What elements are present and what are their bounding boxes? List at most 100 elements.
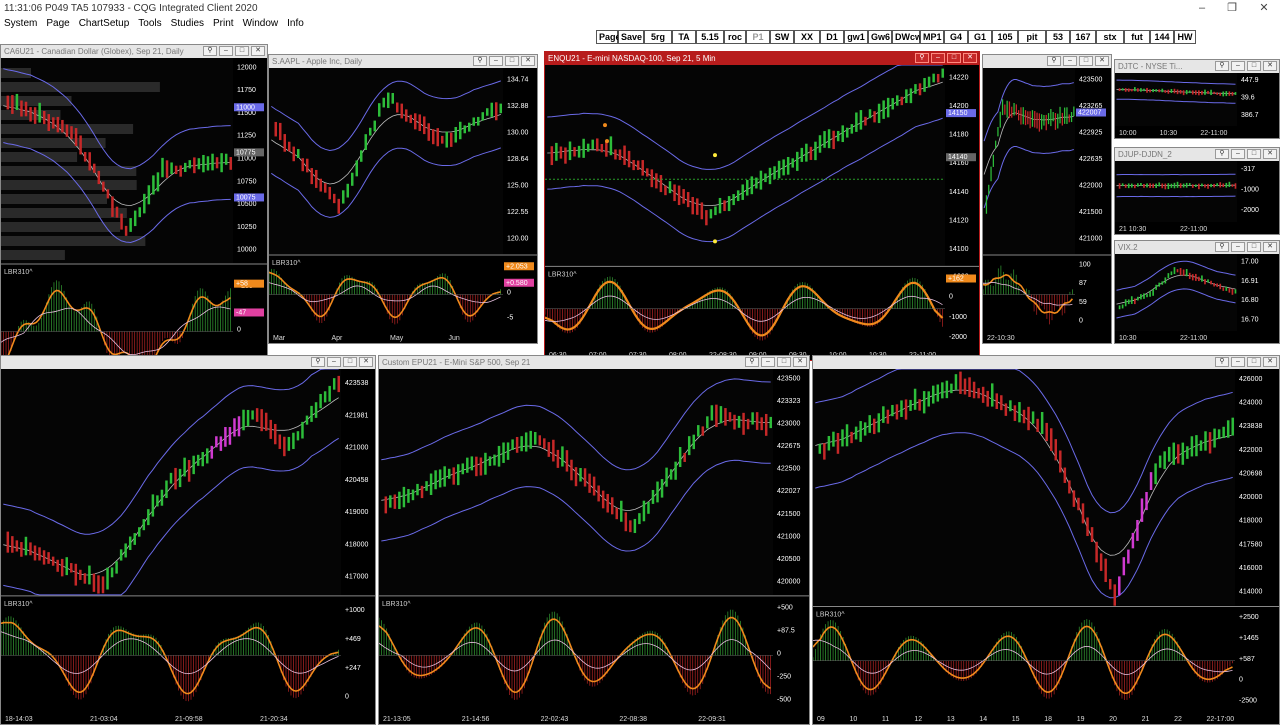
link-icon[interactable]: ⚲ xyxy=(915,53,929,63)
window-title[interactable]: Custom EPU21 - E-Mini S&P 500, Sep 21 ⚲ – □… xyxy=(379,356,809,369)
minimize-icon[interactable]: – xyxy=(1231,61,1245,71)
toolbar-btn-save[interactable]: Save xyxy=(618,30,644,44)
link-icon[interactable]: ⚲ xyxy=(1215,242,1229,252)
link-icon[interactable]: ⚲ xyxy=(311,357,325,367)
window-title[interactable]: VIX.2 ⚲ – □ ✕ xyxy=(1115,241,1279,254)
link-icon[interactable]: ⚲ xyxy=(745,357,759,367)
link-icon[interactable]: ⚲ xyxy=(1215,61,1229,71)
toolbar-btn-g1[interactable]: G1 xyxy=(968,30,992,44)
minimize-icon[interactable]: – xyxy=(489,56,503,66)
toolbar-btn-ta[interactable]: TA xyxy=(672,30,696,44)
toolbar-btn-167[interactable]: 167 xyxy=(1070,30,1096,44)
chart-body[interactable]: -317 -1000 -2000 21 10:30 22-11:00 xyxy=(1115,161,1279,234)
window-title[interactable]: DJUP-DJDN_2 ⚲ – □ ✕ xyxy=(1115,148,1279,161)
chart-bottom-right[interactable]: ⚲ – □ ✕ 426000 424000 423838 422000 420698 420000… xyxy=(812,355,1280,725)
chart-body[interactable]: 426000 424000 423838 422000 420698 420000 4180… xyxy=(813,369,1279,724)
menu-window[interactable]: Window xyxy=(243,18,279,29)
close-icon[interactable]: ✕ xyxy=(1095,56,1109,66)
nasdaq-window[interactable]: ENQU21 - E-mini NASDAQ-100, Sep 21, 5 Mi… xyxy=(544,51,980,361)
window-title[interactable]: ⚲ – □ ✕ xyxy=(1,356,375,369)
toolbar-btn-53[interactable]: 53 xyxy=(1046,30,1070,44)
maximize-icon[interactable]: □ xyxy=(1247,149,1261,159)
menu-system[interactable]: System xyxy=(4,18,37,29)
close-icon[interactable]: ✕ xyxy=(963,53,977,63)
link-icon[interactable]: ⚲ xyxy=(203,46,217,56)
minimize-icon[interactable]: – xyxy=(1231,357,1245,367)
toolbar-btn-page[interactable]: Page xyxy=(596,30,621,44)
maximize-icon[interactable]: □ xyxy=(343,357,357,367)
link-icon[interactable]: ⚲ xyxy=(1215,149,1229,159)
toolbar-btn-stx[interactable]: stx xyxy=(1096,30,1124,44)
chart-body[interactable]: 447.9 39.6 386.7 10:00 10:30 22-11:00 xyxy=(1115,73,1279,138)
close-icon[interactable]: ✕ xyxy=(1263,242,1277,252)
toolbar-btn-gw1[interactable]: gw1 xyxy=(844,30,868,44)
chart-body[interactable]: 17.00 16.91 16.80 16.70 10:30 22-11:00 xyxy=(1115,254,1279,343)
window-title[interactable]: S.AAPL - Apple Inc, Daily ⚲ – □ ✕ xyxy=(269,55,537,68)
toolbar-btn-xx[interactable]: XX xyxy=(794,30,820,44)
djtc-window[interactable]: DJTC - NYSE Ti... ⚲ – □ ✕ 447.9 39.6 386.7 10:00… xyxy=(1114,59,1280,139)
link-icon[interactable]: ⚲ xyxy=(1047,56,1061,66)
toolbar-btn-gw6[interactable]: Gw6 xyxy=(868,30,892,44)
window-title[interactable]: DJTC - NYSE Ti... ⚲ – □ ✕ xyxy=(1115,60,1279,73)
close-icon[interactable]: ✕ xyxy=(359,357,373,367)
toolbar-btn-hw[interactable]: HW xyxy=(1174,30,1196,44)
toolbar-btn-p1[interactable]: P1 xyxy=(746,30,770,44)
toolbar-btn-roc[interactable]: roc xyxy=(724,30,746,44)
chart-body[interactable]: 423538 421981 421000 420458 419000 418000 4170… xyxy=(1,369,375,724)
maximize-icon[interactable]: □ xyxy=(235,46,249,56)
toolbar-btn-pit[interactable]: pit xyxy=(1018,30,1046,44)
toolbar-btn-144[interactable]: 144 xyxy=(1150,30,1174,44)
minimize-icon[interactable]: – xyxy=(761,357,775,367)
toolbar-btn-dwcw[interactable]: DWcw xyxy=(892,30,922,44)
link-icon[interactable]: ⚲ xyxy=(473,56,487,66)
close-icon[interactable]: ✕ xyxy=(1263,61,1277,71)
vix-window[interactable]: VIX.2 ⚲ – □ ✕ 17.00 16.91 16.80 16.70 10:30 22-11:… xyxy=(1114,240,1280,344)
toolbar-btn-515[interactable]: 5.15 xyxy=(696,30,724,44)
chart-body[interactable]: 423500 423265 422925 422635 422000 421500 4210… xyxy=(983,68,1111,343)
menu-tools[interactable]: Tools xyxy=(138,18,161,29)
sp500-window[interactable]: Custom EPU21 - E-Mini S&P 500, Sep 21 ⚲ – □… xyxy=(378,355,810,725)
menu-print[interactable]: Print xyxy=(213,18,234,29)
window-title[interactable]: ⚲ – □ ✕ xyxy=(983,55,1111,68)
minimize-icon[interactable]: – xyxy=(1231,242,1245,252)
minimize-icon[interactable]: – xyxy=(327,357,341,367)
maximize-icon[interactable]: □ xyxy=(505,56,519,66)
chart-body[interactable]: 14220 14200 14180 14160 14140 14120 14100 14150… xyxy=(545,65,979,360)
close-icon[interactable]: ✕ xyxy=(521,56,535,66)
window-title[interactable]: ENQU21 - E-mini NASDAQ-100, Sep 21, 5 Mi… xyxy=(545,52,979,65)
minimize-window-icon[interactable]: – xyxy=(1188,0,1216,16)
maximize-icon[interactable]: □ xyxy=(1247,357,1261,367)
maximize-icon[interactable]: □ xyxy=(947,53,961,63)
menu-info[interactable]: Info xyxy=(287,18,304,29)
close-icon[interactable]: ✕ xyxy=(793,357,807,367)
aapl-window[interactable]: S.AAPL - Apple Inc, Daily ⚲ – □ ✕ 134.74 132.8… xyxy=(268,54,538,344)
toolbar-btn-d1[interactable]: D1 xyxy=(820,30,844,44)
restore-window-icon[interactable]: ❐ xyxy=(1218,0,1246,16)
maximize-icon[interactable]: □ xyxy=(1247,242,1261,252)
close-window-icon[interactable]: ✕ xyxy=(1250,0,1278,16)
es-mini-window[interactable]: ⚲ – □ ✕ 423500 423265 422925 422635 422000 421500… xyxy=(982,54,1112,344)
chart-body[interactable]: 423500 423323 423000 422675 422500 422027 4215… xyxy=(379,369,809,724)
menu-studies[interactable]: Studies xyxy=(171,18,204,29)
toolbar-btn-g4[interactable]: G4 xyxy=(944,30,968,44)
toolbar-btn-105[interactable]: 105 xyxy=(992,30,1018,44)
link-icon[interactable]: ⚲ xyxy=(1215,357,1229,367)
minimize-icon[interactable]: – xyxy=(931,53,945,63)
chart-bottom-left[interactable]: ⚲ – □ ✕ 423538 421981 421000 420458 419000 418000… xyxy=(0,355,376,725)
close-icon[interactable]: ✕ xyxy=(1263,357,1277,367)
maximize-icon[interactable]: □ xyxy=(1247,61,1261,71)
menu-page[interactable]: Page xyxy=(46,18,69,29)
toolbar-btn-fut[interactable]: fut xyxy=(1124,30,1150,44)
toolbar-btn-sw[interactable]: SW xyxy=(770,30,794,44)
close-icon[interactable]: ✕ xyxy=(1263,149,1277,159)
minimize-icon[interactable]: – xyxy=(1231,149,1245,159)
minimize-icon[interactable]: – xyxy=(1063,56,1077,66)
toolbar-btn-5rg[interactable]: 5rg xyxy=(644,30,672,44)
toolbar-btn-mp1[interactable]: MP1 xyxy=(920,30,944,44)
menu-chartsetup[interactable]: ChartSetup xyxy=(79,18,130,29)
window-title[interactable]: ⚲ – □ ✕ xyxy=(813,356,1279,369)
djup-window[interactable]: DJUP-DJDN_2 ⚲ – □ ✕ -317 -1000 -2000 21 10:30 22-… xyxy=(1114,147,1280,235)
close-icon[interactable]: ✕ xyxy=(251,46,265,56)
window-title[interactable]: CA6U21 - Canadian Dollar (Globex), Sep 2… xyxy=(1,45,267,58)
minimize-icon[interactable]: – xyxy=(219,46,233,56)
